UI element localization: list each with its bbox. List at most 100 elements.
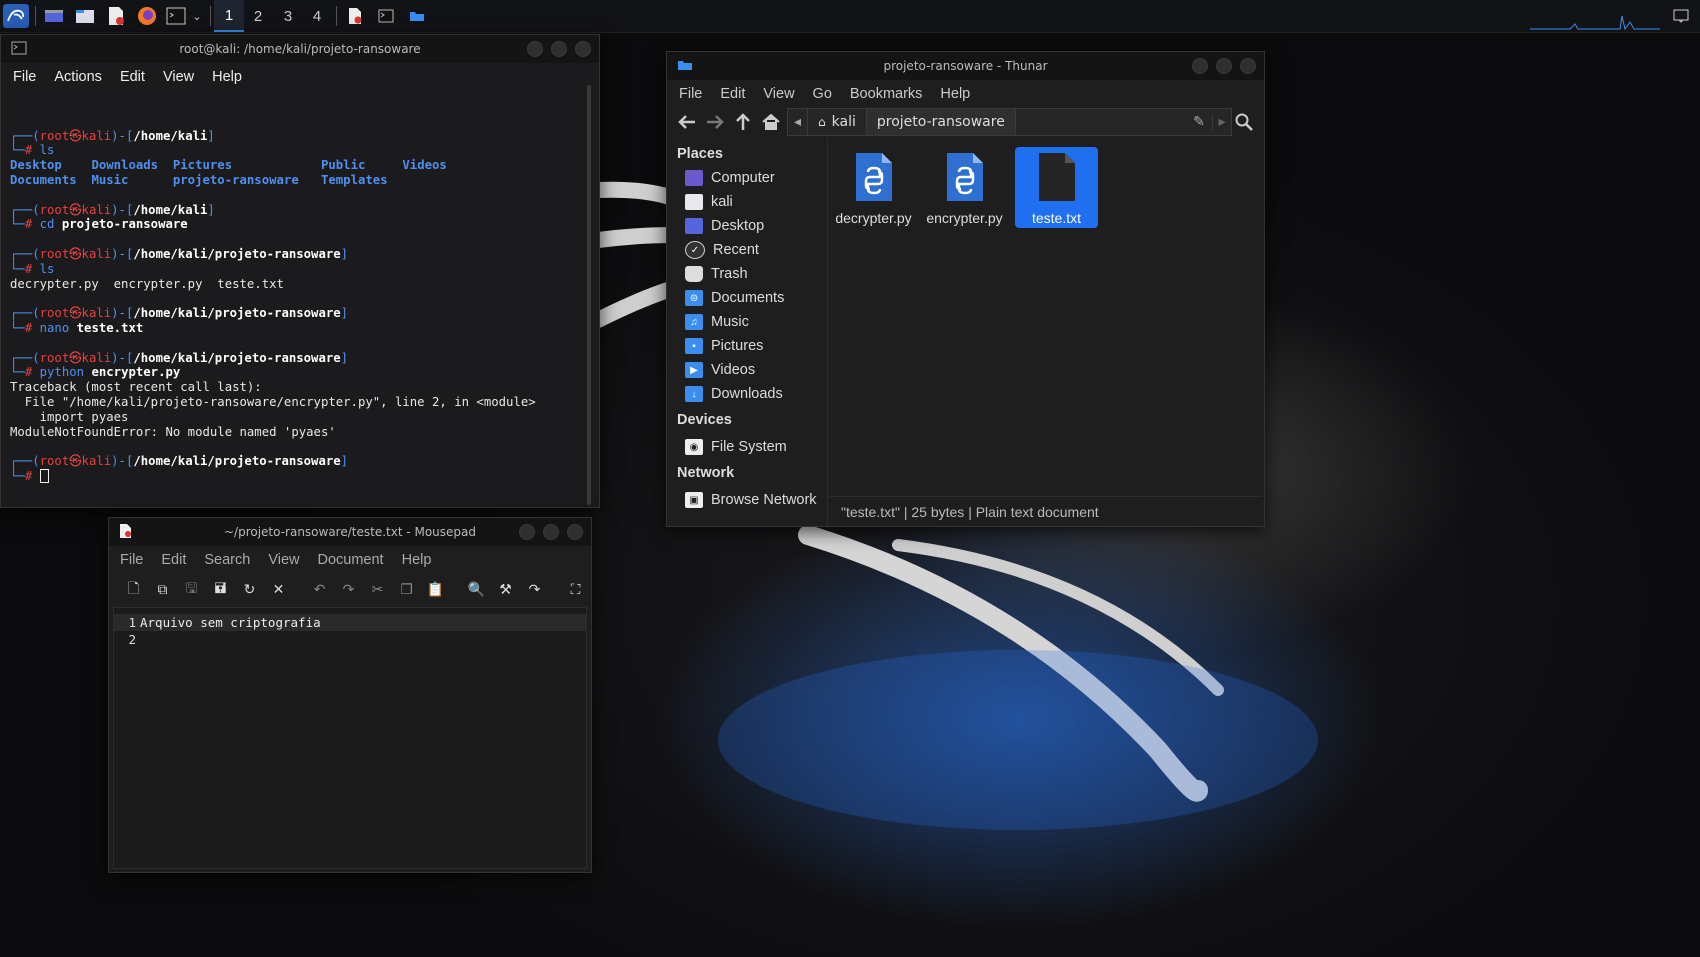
file-item-decrypter[interactable]: decrypter.py (832, 147, 915, 228)
path-left-icon[interactable]: ◂ (788, 109, 809, 135)
notification-icon[interactable] (1670, 4, 1692, 28)
menu-file[interactable]: File (111, 552, 152, 568)
file-item-encrypter[interactable]: encrypter.py (923, 147, 1006, 228)
menu-help[interactable]: Help (931, 86, 979, 102)
mousepad-task-icon[interactable] (344, 4, 366, 28)
sidebar-item-browse-network[interactable]: ▣ Browse Network (667, 488, 827, 512)
new-document-icon[interactable]: 🗋 (119, 576, 148, 604)
menu-file[interactable]: File (4, 69, 45, 85)
videos-folder-icon: ▶ (685, 362, 703, 378)
folder-icon (677, 59, 693, 74)
maximize-button[interactable] (551, 41, 567, 57)
prompt-hash: # (24, 320, 40, 335)
prompt-path: /home/kali (133, 128, 208, 143)
editor-area[interactable]: 1 Arquivo sem criptografia 2 (113, 607, 587, 869)
redo-icon[interactable]: ↷ (334, 576, 363, 604)
minimize-button[interactable] (519, 524, 535, 540)
prompt-frame: ┌──( (10, 306, 40, 321)
close-doc-icon[interactable]: ✕ (264, 576, 293, 604)
save-as-icon[interactable]: 🖬 (206, 576, 235, 604)
location-bar[interactable]: ◂ ⌂ kali projeto-ransoware ✎ ▸ (787, 108, 1232, 136)
minimize-button[interactable] (1192, 58, 1208, 74)
sidebar-item-documents[interactable]: ⊜ Documents (667, 286, 827, 310)
file-view[interactable]: decrypter.py encrypter.py teste.txt (829, 138, 1262, 498)
menu-help[interactable]: Help (203, 69, 251, 85)
reload-icon[interactable]: ↻ (235, 576, 264, 604)
menu-help[interactable]: Help (393, 552, 441, 568)
kali-menu-icon[interactable] (3, 4, 29, 28)
menu-actions[interactable]: Actions (45, 69, 111, 85)
edit-pencil-icon[interactable]: ✎ (1186, 114, 1212, 130)
thunar-titlebar[interactable]: projeto-ransoware - Thunar (667, 52, 1264, 80)
menu-document[interactable]: Document (309, 552, 393, 568)
sidebar-item-computer[interactable]: Computer (667, 166, 827, 190)
command-name: python (39, 365, 85, 380)
sidebar-item-desktop[interactable]: Desktop (667, 214, 827, 238)
dropdown-icon[interactable]: ⌄ (190, 4, 204, 28)
firefox-icon[interactable] (135, 4, 159, 28)
terminal-title: root@kali: /home/kali/projeto-ransoware (179, 42, 421, 56)
sidebar-item-kali[interactable]: kali (667, 190, 827, 214)
menu-edit[interactable]: Edit (111, 69, 154, 85)
close-button[interactable] (1240, 58, 1256, 74)
workspace-1[interactable]: 1 (214, 0, 244, 32)
mousepad-titlebar[interactable]: ~/projeto-ransoware/teste.txt - Mousepad (109, 518, 591, 546)
terminal-scrollbar[interactable] (587, 85, 591, 505)
prompt-frame: ┌──( (10, 202, 40, 217)
sidebar-item-trash[interactable]: Trash (667, 262, 827, 286)
up-arrow-icon[interactable] (729, 108, 757, 136)
close-button[interactable] (567, 524, 583, 540)
path-crumb-project[interactable]: projeto-ransoware (866, 109, 1016, 135)
find-icon[interactable]: 🔍 (462, 576, 491, 604)
sidebar-item-downloads[interactable]: ↓ Downloads (667, 382, 827, 406)
maximize-button[interactable] (543, 524, 559, 540)
terminal-titlebar[interactable]: root@kali: /home/kali/projeto-ransoware (1, 35, 599, 63)
prompt-line: ┌──(root㉿kali)-[/home/kali/projeto-ranso… (10, 351, 580, 366)
search-icon[interactable] (1230, 108, 1258, 136)
find-replace-icon[interactable]: ⚒ (491, 576, 520, 604)
thunar-task-icon[interactable] (406, 4, 428, 28)
text-editor-icon[interactable] (104, 4, 128, 28)
maximize-button[interactable] (1216, 58, 1232, 74)
undo-icon[interactable]: ↶ (305, 576, 334, 604)
sidebar-item-file-system[interactable]: ◉ File System (667, 435, 827, 459)
workspace-4[interactable]: 4 (302, 0, 332, 32)
menu-edit[interactable]: Edit (152, 552, 195, 568)
menu-go[interactable]: Go (804, 86, 841, 102)
cut-icon[interactable]: ✂ (363, 576, 392, 604)
sidebar-item-recent[interactable]: ✓ Recent (667, 238, 827, 262)
documents-folder-icon: ⊜ (685, 290, 703, 306)
copy-icon[interactable]: ❐ (392, 576, 421, 604)
path-crumb-kali[interactable]: ⌂ kali (808, 109, 867, 135)
menu-view[interactable]: View (754, 86, 803, 102)
workspace-3[interactable]: 3 (273, 0, 303, 32)
workspace-2[interactable]: 2 (243, 0, 273, 32)
save-icon[interactable]: 🖫 (177, 576, 206, 604)
terminal-icon[interactable] (164, 4, 188, 28)
desktop-show-icon[interactable] (42, 4, 66, 28)
terminal-task-icon[interactable] (375, 4, 397, 28)
back-arrow-icon[interactable] (673, 108, 701, 136)
path-right-icon[interactable]: ▸ (1212, 114, 1231, 130)
menu-edit[interactable]: Edit (711, 86, 754, 102)
home-icon[interactable] (757, 108, 785, 136)
menu-bookmarks[interactable]: Bookmarks (841, 86, 932, 102)
goto-line-icon[interactable]: ↷ (520, 576, 549, 604)
clock-icon: ✓ (685, 241, 705, 259)
close-button[interactable] (575, 41, 591, 57)
sidebar-item-music[interactable]: ♫ Music (667, 310, 827, 334)
minimize-button[interactable] (527, 41, 543, 57)
menu-file[interactable]: File (670, 86, 711, 102)
file-manager-icon[interactable] (73, 4, 97, 28)
sidebar-item-videos[interactable]: ▶ Videos (667, 358, 827, 382)
terminal-output[interactable]: ┌──(root㉿kali)-[/home/kali] └─# ls Desktop… (10, 99, 580, 513)
menu-view[interactable]: View (154, 69, 203, 85)
menu-view[interactable]: View (259, 552, 308, 568)
sidebar-item-pictures[interactable]: ▪ Pictures (667, 334, 827, 358)
fullscreen-icon[interactable]: ⛶ (561, 576, 590, 604)
menu-search[interactable]: Search (195, 552, 259, 568)
forward-arrow-icon[interactable] (701, 108, 729, 136)
file-item-teste[interactable]: teste.txt (1015, 147, 1098, 228)
new-window-icon[interactable]: ⧉ (148, 576, 177, 604)
paste-icon[interactable]: 📋 (421, 576, 450, 604)
